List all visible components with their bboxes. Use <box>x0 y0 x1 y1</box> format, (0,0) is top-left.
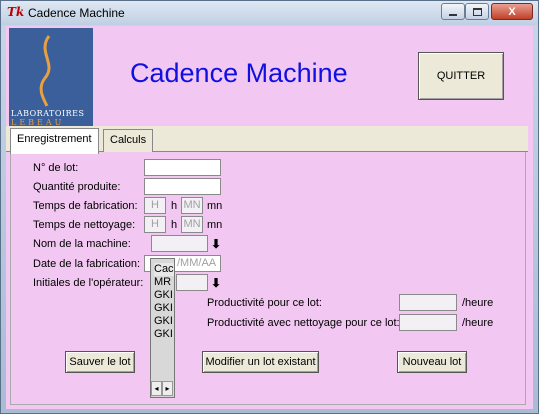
dropdown-item[interactable]: MR <box>154 276 171 289</box>
operator-dropdown-list[interactable]: Cac MR GKI GKI GKI GKI ◂ ▸ <box>150 258 175 398</box>
scroll-right-icon[interactable]: ▸ <box>162 381 173 396</box>
fab-h-unit: h <box>171 200 178 212</box>
machine-dropdown-arrow-icon[interactable]: ⬇ <box>208 235 224 252</box>
fab-minutes-input[interactable]: MN <box>181 197 203 214</box>
title-bar[interactable]: Tk Cadence Machine X <box>1 1 538 25</box>
close-button[interactable]: X <box>491 3 533 20</box>
lot-input[interactable] <box>144 159 221 176</box>
save-lot-button[interactable]: Sauver le lot <box>65 351 135 373</box>
dropdown-scrollbar[interactable]: ◂ ▸ <box>151 381 174 397</box>
machine-select[interactable] <box>151 235 208 252</box>
productivity-clean-output <box>399 314 457 331</box>
dropdown-item[interactable]: GKI <box>154 315 173 328</box>
fab-hours-placeholder: H <box>151 199 159 211</box>
date-placeholder: /MM/AA <box>177 257 217 269</box>
operator-dropdown-arrow-icon[interactable]: ⬇ <box>208 274 224 291</box>
productivity-output <box>399 294 457 311</box>
dropdown-item[interactable]: GKI <box>154 289 173 302</box>
maximize-button[interactable] <box>465 3 489 20</box>
scroll-left-icon[interactable]: ◂ <box>151 381 162 396</box>
fab-hours-input[interactable]: H <box>144 197 166 214</box>
lot-label: N° de lot: <box>33 162 79 174</box>
machine-label: Nom de la machine: <box>33 238 131 250</box>
logo-curve-icon <box>39 35 51 107</box>
client-area: LABORATOIRES LEBEAU Cadence Machine QUIT… <box>6 26 533 409</box>
dropdown-item[interactable]: GKI <box>154 302 173 315</box>
clean-minutes-placeholder: MN <box>183 218 201 230</box>
tab-enregistrement[interactable]: Enregistrement <box>10 128 99 154</box>
quantity-label: Quantité produite: <box>33 181 121 193</box>
productivity-clean-label: Productivité avec nettoyage pour ce lot: <box>207 317 400 329</box>
maximize-icon <box>472 7 482 16</box>
minimize-icon <box>449 13 457 16</box>
company-logo: LABORATOIRES LEBEAU <box>9 28 93 128</box>
clean-minutes-input[interactable]: MN <box>181 216 203 233</box>
tk-feather-icon: Tk <box>7 5 25 19</box>
clean-time-label: Temps de nettoyage: <box>33 219 136 231</box>
new-lot-button[interactable]: Nouveau lot <box>397 351 467 373</box>
date-label: Date de la fabrication: <box>33 258 141 270</box>
clean-hours-input[interactable]: H <box>144 216 166 233</box>
dropdown-item[interactable]: GKI <box>154 328 173 341</box>
operator-label: Initiales de l'opérateur: <box>33 277 144 289</box>
logo-line1: LABORATOIRES <box>11 109 85 118</box>
close-icon: X <box>508 5 516 18</box>
app-window: Tk Cadence Machine X LABORATOIRES LEBEAU… <box>0 0 539 414</box>
fab-time-label: Temps de fabrication: <box>33 200 138 212</box>
fab-mn-unit: mn <box>207 200 223 212</box>
page-title: Cadence Machine <box>130 58 348 88</box>
modify-lot-button[interactable]: Modifier un lot existant <box>202 351 319 373</box>
minimize-button[interactable] <box>441 3 465 20</box>
clean-h-unit: h <box>171 219 178 231</box>
productivity-label: Productivité pour ce lot: <box>207 297 322 309</box>
fab-minutes-placeholder: MN <box>183 199 201 211</box>
productivity-clean-unit: /heure <box>462 317 494 329</box>
clean-hours-placeholder: H <box>151 218 159 230</box>
dropdown-item[interactable]: Cac <box>154 263 174 276</box>
operator-select[interactable] <box>176 274 208 291</box>
quantity-input[interactable] <box>144 178 221 195</box>
quit-button[interactable]: QUITTER <box>418 52 504 100</box>
clean-mn-unit: mn <box>207 219 223 231</box>
window-title: Cadence Machine <box>28 6 125 20</box>
tab-calculs[interactable]: Calculs <box>103 129 154 153</box>
productivity-unit: /heure <box>462 297 494 309</box>
